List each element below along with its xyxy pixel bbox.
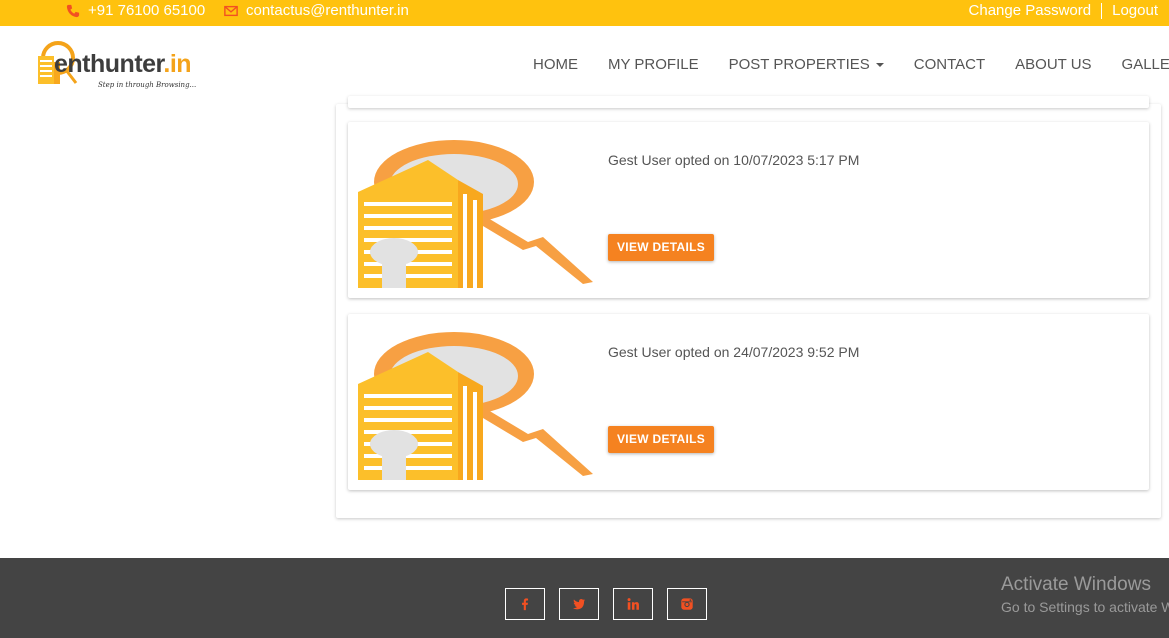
brand-tagline: Step in through Browsing... xyxy=(98,81,197,89)
list-item: Gest User opted on 10/07/2023 5:17 PM VI… xyxy=(348,122,1149,298)
envelope-icon xyxy=(224,5,238,16)
instagram-icon xyxy=(681,598,693,610)
linkedin-link[interactable] xyxy=(613,588,653,620)
watermark-title: Activate Windows xyxy=(1001,574,1151,595)
view-details-button[interactable]: VIEW DETAILS xyxy=(608,234,715,261)
divider xyxy=(1101,2,1103,19)
caret-down-icon xyxy=(875,63,884,68)
property-thumbnail[interactable] xyxy=(358,324,594,480)
opted-info-text: Gest User opted on 24/07/2023 9:52 PM xyxy=(608,344,860,360)
twitter-link[interactable] xyxy=(559,588,599,620)
list-item: Gest User opted on 24/07/2023 9:52 PM VI… xyxy=(348,314,1149,490)
phone-contact[interactable]: +91 76100 65100 xyxy=(66,2,205,19)
view-details-button[interactable]: VIEW DETAILS xyxy=(608,426,715,453)
facebook-link[interactable] xyxy=(505,588,545,620)
top-bar: +91 76100 65100 contactus@renthunter.in … xyxy=(0,0,1169,26)
phone-number: +91 76100 65100 xyxy=(88,2,206,19)
list-item xyxy=(348,96,1149,108)
main-nav: HOME MY PROFILE POST PROPERTIES CONTACT … xyxy=(518,56,1169,73)
nav-my-profile[interactable]: MY PROFILE xyxy=(593,56,714,73)
watermark-subtitle: Go to Settings to activate Windows. xyxy=(1001,599,1169,615)
site-logo[interactable]: enthunter.in Step in through Browsing... xyxy=(36,38,226,96)
opted-info-text: Gest User opted on 10/07/2023 5:17 PM xyxy=(608,152,860,168)
nav-gallery[interactable]: GALLERY xyxy=(1107,56,1169,73)
instagram-link[interactable] xyxy=(667,588,707,620)
header: enthunter.in Step in through Browsing...… xyxy=(0,26,1169,106)
phone-icon xyxy=(66,4,80,17)
nav-post-properties[interactable]: POST PROPERTIES xyxy=(714,56,899,73)
facebook-icon xyxy=(522,598,529,611)
property-thumbnail[interactable] xyxy=(358,132,594,288)
email-address: contactus@renthunter.in xyxy=(246,2,409,19)
brand-name: enthunter.in xyxy=(54,50,192,78)
nav-about-us[interactable]: ABOUT US xyxy=(1000,56,1106,73)
account-links: Change Password Logout xyxy=(969,2,1158,19)
footer: Activate Windows Go to Settings to activ… xyxy=(0,558,1169,638)
windows-activation-watermark: Activate Windows Go to Settings to activ… xyxy=(1001,574,1169,615)
twitter-icon xyxy=(572,599,586,610)
nav-contact[interactable]: CONTACT xyxy=(899,56,1000,73)
linkedin-icon xyxy=(627,598,639,610)
change-password-link[interactable]: Change Password xyxy=(969,2,1092,19)
email-contact[interactable]: contactus@renthunter.in xyxy=(224,2,409,19)
logout-link[interactable]: Logout xyxy=(1112,2,1158,19)
nav-home[interactable]: HOME xyxy=(518,56,593,73)
